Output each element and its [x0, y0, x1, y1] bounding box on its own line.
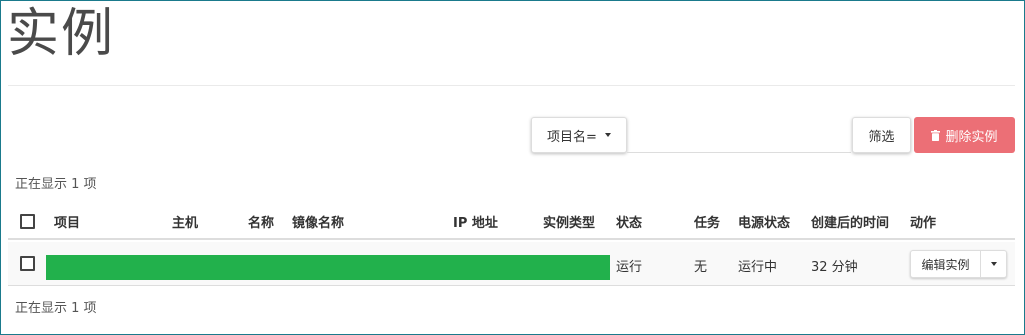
row-action-group: 编辑实例 — [910, 250, 1007, 278]
column-header-instance-type[interactable]: 实例类型 — [543, 212, 595, 231]
column-header-host[interactable]: 主机 — [172, 212, 198, 231]
filter-button[interactable]: 筛选 — [852, 117, 911, 153]
filter-input[interactable] — [627, 117, 851, 153]
column-header-power-state[interactable]: 电源状态 — [738, 212, 790, 231]
delete-button-label: 删除实例 — [945, 129, 998, 145]
column-header-ip-address[interactable]: IP 地址 — [453, 212, 498, 231]
title-divider — [8, 85, 1015, 86]
filter-field-label: 项目名= — [547, 129, 597, 145]
select-all-checkbox[interactable] — [20, 214, 35, 229]
item-count-bottom: 正在显示 1 项 — [15, 301, 97, 316]
item-count-top: 正在显示 1 项 — [15, 177, 97, 192]
column-header-task[interactable]: 任务 — [694, 212, 720, 231]
page-title: 实例 — [7, 4, 116, 64]
caret-down-icon — [604, 133, 611, 137]
row-status: 运行 — [616, 260, 643, 275]
more-actions-dropdown[interactable] — [981, 251, 1006, 277]
column-header-age[interactable]: 创建后的时间 — [811, 212, 889, 231]
column-header-actions: 动作 — [910, 216, 937, 231]
trash-icon — [931, 129, 941, 141]
caret-down-icon — [990, 262, 997, 266]
table-header: 项目 主机 名称 镜像名称 IP 地址 实例类型 状态 任务 电源状态 创建后的… — [8, 203, 1015, 240]
filter-button-label: 筛选 — [868, 129, 895, 145]
delete-instances-button[interactable]: 删除实例 — [914, 117, 1015, 153]
edit-instance-label: 编辑实例 — [921, 257, 970, 272]
redacted-instance-details — [46, 255, 610, 280]
filter-field-dropdown[interactable]: 项目名= — [531, 117, 627, 153]
column-header-image-name[interactable]: 镜像名称 — [292, 212, 344, 231]
table-row: 运行 无 运行中 32 分钟 编辑实例 — [8, 242, 1015, 286]
column-header-status[interactable]: 状态 — [616, 212, 642, 231]
column-header-name[interactable]: 名称 — [248, 212, 274, 231]
row-task: 无 — [694, 260, 708, 275]
column-header-project[interactable]: 项目 — [54, 212, 80, 231]
edit-instance-button[interactable]: 编辑实例 — [911, 251, 981, 277]
row-age: 32 分钟 — [811, 260, 858, 275]
row-power-state: 运行中 — [738, 260, 778, 275]
row-select-checkbox[interactable] — [20, 256, 35, 271]
